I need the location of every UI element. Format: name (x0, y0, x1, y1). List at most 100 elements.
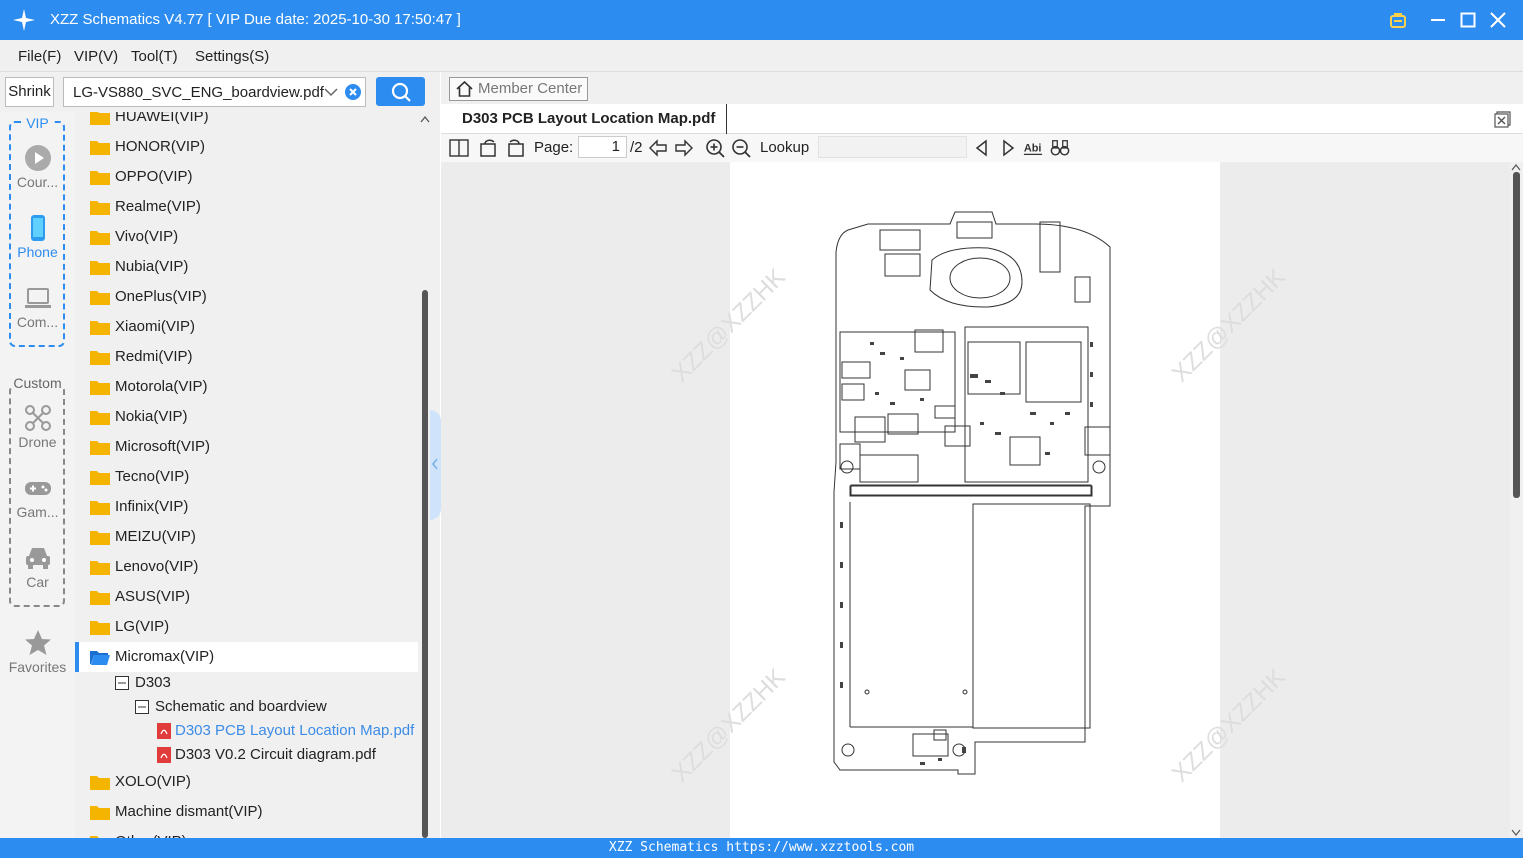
phone-icon (30, 215, 45, 241)
shrink-button[interactable]: Shrink (5, 77, 54, 107)
tree-folder-item[interactable]: LG(VIP) (75, 612, 418, 642)
folder-icon (90, 806, 110, 820)
sidebar-toggle-icon[interactable] (449, 138, 469, 158)
tree-folder-label: Xiaomi(VIP) (115, 318, 196, 335)
folder-icon (90, 561, 110, 575)
menu-file[interactable]: File(F) (18, 48, 61, 65)
tree-folder-item[interactable]: Nokia(VIP) (75, 402, 418, 432)
sidebar-item-drone[interactable]: Drone (0, 404, 75, 450)
tree-folder-item[interactable]: Realme(VIP) (75, 192, 418, 222)
menu-vip[interactable]: VIP(V) (74, 48, 118, 65)
menu-settings[interactable]: Settings(S) (195, 48, 269, 65)
find-prev-icon[interactable] (972, 138, 992, 158)
find-next-icon[interactable] (998, 138, 1018, 158)
tree-folder-item[interactable]: OnePlus(VIP) (75, 282, 418, 312)
zoom-in-icon[interactable] (705, 138, 725, 158)
close-button[interactable] (1486, 8, 1510, 32)
folder-icon (90, 321, 110, 335)
viewer-scrollbar[interactable] (1510, 162, 1523, 838)
folder-icon (90, 621, 110, 635)
menu-bar: File(F) VIP(V) Tool(T) Settings(S) (0, 40, 1523, 72)
menu-tool[interactable]: Tool(T) (131, 48, 178, 65)
scroll-up-icon[interactable] (1511, 164, 1521, 171)
tree-folder-item[interactable]: XOLO(VIP) (75, 767, 418, 797)
tree-folder-item[interactable]: Micromax(VIP) (75, 642, 418, 672)
folder-icon (90, 441, 110, 455)
tree-folder-item[interactable]: Machine dismant(VIP) (75, 797, 418, 827)
binoculars-icon[interactable] (1050, 138, 1070, 158)
chevron-down-icon[interactable] (324, 87, 338, 97)
tree-folder-item[interactable]: Tecno(VIP) (75, 462, 418, 492)
star-icon (24, 630, 51, 655)
tree-folder-item[interactable]: Microsoft(VIP) (75, 432, 418, 462)
file-search-combo[interactable]: LG-VS880_SVC_ENG_boardview.pdf (63, 77, 366, 107)
tree-folder-item[interactable]: OPPO(VIP) (75, 162, 418, 192)
member-center-button[interactable]: Member Center (449, 77, 588, 101)
tree-folder-item[interactable]: Vivo(VIP) (75, 222, 418, 252)
tree-folder-item[interactable]: Lenovo(VIP) (75, 552, 418, 582)
maximize-button[interactable] (1456, 8, 1480, 32)
tree-folder-label: MEIZU(VIP) (115, 528, 196, 545)
minimize-button[interactable] (1426, 8, 1450, 32)
tree-folder-label: LG(VIP) (115, 618, 170, 635)
tree-folder-label: Realme(VIP) (115, 198, 201, 215)
viewer-scroll-thumb[interactable] (1513, 172, 1520, 498)
collapse-minus-icon[interactable] (135, 700, 149, 714)
folder-icon (90, 141, 110, 155)
folder-icon (90, 471, 110, 485)
pdf-viewer[interactable]: XZZ@XZZHK XZZ@XZZHK XZZ@XZZHK XZZ@XZZHK (441, 162, 1510, 838)
next-page-icon[interactable] (674, 138, 694, 158)
panel-collapse-handle[interactable] (430, 410, 441, 520)
laptop-icon (24, 288, 51, 308)
app-logo-icon (13, 9, 35, 31)
tree-folder-item[interactable]: MEIZU(VIP) (75, 522, 418, 552)
vip-bag-icon[interactable] (1386, 8, 1410, 32)
collapse-minus-icon[interactable] (115, 676, 129, 690)
viewer-toolbar: Page: 1 /2 Lookup Abi (441, 134, 1523, 162)
zoom-out-icon[interactable] (731, 138, 751, 158)
tree-folder-item[interactable]: HONOR(VIP) (75, 132, 418, 162)
tree-node-category[interactable]: Schematic and boardview (75, 695, 418, 719)
tree-folder-item[interactable]: Xiaomi(VIP) (75, 312, 418, 342)
sidebar-item-games[interactable]: Gam... (0, 474, 75, 520)
scroll-up-icon[interactable] (420, 115, 430, 123)
title-bar: XZZ Schematics V4.77 [ VIP Due date: 202… (0, 0, 1523, 40)
lookup-input[interactable] (818, 136, 967, 158)
tree-folder-item[interactable]: HUAWEI(VIP) (75, 112, 418, 132)
tree-folder-item[interactable]: Redmi(VIP) (75, 342, 418, 372)
tree-folder-label: Nokia(VIP) (115, 408, 188, 425)
search-button[interactable] (376, 77, 425, 106)
page-number-input[interactable]: 1 (578, 136, 627, 158)
folder-icon (90, 531, 110, 545)
tree-node-model[interactable]: D303 (75, 671, 418, 695)
selection-indicator (75, 642, 79, 672)
sidebar-item-car[interactable]: Car (0, 544, 75, 590)
close-tab-icon[interactable] (1494, 111, 1511, 128)
tree-folder-item[interactable]: ASUS(VIP) (75, 582, 418, 612)
sidebar-item-computer[interactable]: Com... (0, 284, 75, 330)
clear-icon[interactable] (345, 84, 361, 100)
prev-page-icon[interactable] (648, 138, 668, 158)
rotate-right-icon[interactable] (505, 138, 525, 158)
tree-folder-item[interactable]: Nubia(VIP) (75, 252, 418, 282)
tree-scroll-thumb[interactable] (422, 290, 428, 838)
match-case-icon[interactable]: Abi (1023, 138, 1043, 158)
play-icon (24, 145, 51, 171)
sidebar-item-favorites[interactable]: Favorites (0, 629, 75, 675)
tree-folder-item[interactable]: Motorola(VIP) (75, 372, 418, 402)
scroll-down-icon[interactable] (1511, 829, 1521, 836)
tab-pcb-map[interactable]: D303 PCB Layout Location Map.pdf (441, 104, 727, 134)
folder-icon (90, 776, 110, 790)
tree-folder-item[interactable]: Infinix(VIP) (75, 492, 418, 522)
tree-file-circuit[interactable]: D303 V0.2 Circuit diagram.pdf (75, 743, 418, 767)
tree-folder-label: HONOR(VIP) (115, 138, 205, 155)
rotate-left-icon[interactable] (479, 138, 499, 158)
tree-file-pcb-map[interactable]: D303 PCB Layout Location Map.pdf (75, 719, 418, 743)
window-title: XZZ Schematics V4.77 [ VIP Due date: 202… (50, 11, 461, 28)
tree-folder-label: Motorola(VIP) (115, 378, 208, 395)
sidebar-item-phone[interactable]: Phone (0, 214, 75, 260)
tree-folder-item[interactable]: Other(VIP) (75, 827, 418, 838)
sidebar-item-courses[interactable]: Cour... (0, 144, 75, 190)
file-search-value: LG-VS880_SVC_ENG_boardview.pdf (73, 84, 324, 101)
directory-tree: HUAWEI(VIP) HONOR(VIP) OPPO(VIP) Realme(VIP… (75, 112, 418, 838)
